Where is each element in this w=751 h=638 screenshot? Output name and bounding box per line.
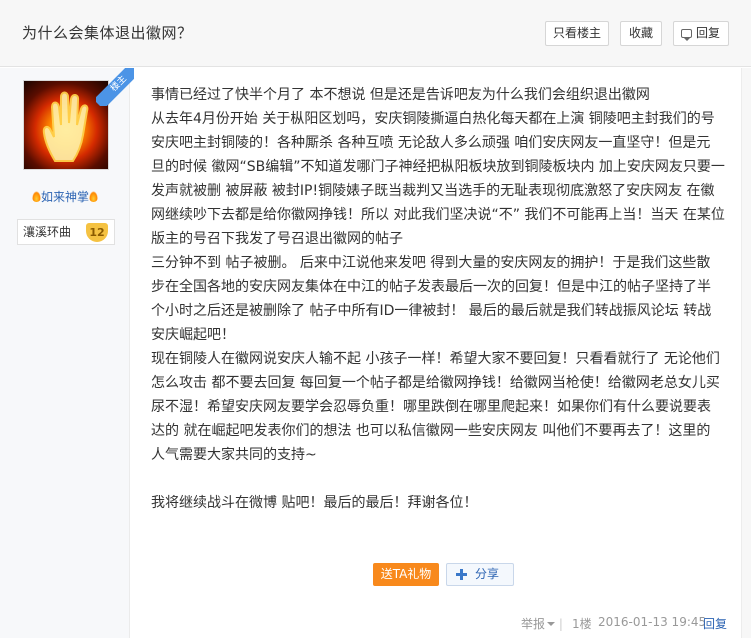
post-line: 步在全国各地的安庆网友集体在中江的帖子发表最后一次的回复！但是中江的帖子坚持了半 (151, 279, 711, 295)
right-edge-strip (741, 68, 751, 638)
post-line: 安庆吧主封铜陵的！各种厮杀 各种互喷 无论敌人多么顽强 咱们安庆网友一直坚守！但… (151, 135, 711, 151)
post-line: 旦的时候 徽网“SB编辑”不知道发哪门子神经把枞阳板块放到铜陵板块内 加上安庆网… (151, 159, 725, 175)
level-badge: 12 (86, 223, 108, 242)
post-line: 三分钟不到 帖子被删。 后来中江说他来发吧 得到大量的安庆网友的拥护！于是我们这… (151, 255, 711, 271)
favorite-button[interactable]: 收藏 (620, 21, 662, 46)
post-line: 尿不湿！希望安庆网友要学会忍辱负重！哪里跌倒在哪里爬起来！如果你们有什么要说要表 (151, 399, 711, 415)
floor-number: 1楼 (572, 617, 592, 631)
post-line: 个小时之后还是被删除了 帖子中所有ID一律被封！ 最后的最后就是我们转战振风论坛… (151, 303, 712, 319)
post-timestamp: 2016-01-13 19:45 (598, 615, 707, 629)
chevron-down-icon (547, 622, 556, 626)
thread-header: 为什么会集体退出徽网？ 只看楼主 收藏 回复 (0, 0, 751, 67)
share-button-label: 分享 (475, 567, 500, 581)
author-name-row[interactable]: 如来神掌 (0, 188, 130, 205)
post-line: 现在铜陵人在徽网说安庆人输不起 小孩子一样！希望大家不要回复！只看看就行了 无论… (151, 351, 720, 367)
post-line: 发声就被删 被屏蔽 被封IP!铜陵婊子既当裁判又当选手的无耻表现彻底激怒了安庆网… (151, 183, 715, 199)
share-button[interactable]: 分享 (446, 563, 514, 586)
post-content: 事情已经过了快半个月了 本不想说 但是还是告诉吧友为什么我们会组织退出徽网 从去… (151, 83, 731, 515)
comment-icon (681, 29, 692, 41)
reply-button[interactable]: 回复 (673, 21, 729, 46)
plus-icon (456, 569, 467, 580)
only-op-button[interactable]: 只看楼主 (545, 21, 609, 46)
post-closing-line: 我将继续战斗在微博 贴吧！最后的最后！拜谢各位！ (151, 495, 478, 511)
reply-link[interactable]: 回复 (703, 615, 727, 632)
flame-icon (89, 191, 98, 202)
send-gift-button[interactable]: 送TA礼物 (373, 563, 439, 586)
post-line: 从去年4月份开始 关于枞阳区划吗，安庆铜陵撕逼白热化每天都在上演 铜陵吧主封我们… (151, 111, 715, 127)
op-corner-ribbon: 楼主 (96, 68, 134, 106)
post-line: 人气需要大家共同的支持~ (151, 447, 317, 463)
burning-hand-icon (42, 91, 89, 162)
meta-separator: | (558, 617, 563, 631)
post-line: 事情已经过了快半个月了 本不想说 但是还是告诉吧友为什么我们会组织退出徽网 (151, 87, 650, 103)
flame-icon (31, 191, 41, 202)
thread-title: 为什么会集体退出徽网？ (22, 24, 193, 42)
badge-name: 瀼溪环曲 (23, 225, 72, 239)
member-badge[interactable]: 瀼溪环曲 12 (17, 219, 115, 245)
report-label: 举报 (521, 617, 546, 631)
post-line: 怎么攻击 都不要去回复 每回复一个帖子都是给徽网挣钱！给徽网当枪使！给徽网老总女… (151, 375, 720, 391)
post-line: 达的 就在崛起吧发表你们的想法 也可以私信徽网一些安庆网友 叫他们不要再去了！这… (151, 423, 711, 439)
op-tag: 楼主 (96, 68, 134, 106)
author-panel: 如来神掌 瀼溪环曲 12 (0, 68, 130, 638)
post-line: 版主的号召下我发了号召退出徽网的帖子 (151, 231, 403, 247)
post-line: 安庆崛起吧！ (151, 327, 235, 343)
reply-button-label: 回复 (696, 26, 721, 40)
author-name[interactable]: 如来神掌 (41, 190, 89, 204)
report-dropdown[interactable]: 举报 | (521, 615, 563, 632)
post-line: 网继续吵下去都是给你徽网挣钱！所以 对此我们坚决说“不” 我们不可能再上当！当天… (151, 207, 725, 223)
